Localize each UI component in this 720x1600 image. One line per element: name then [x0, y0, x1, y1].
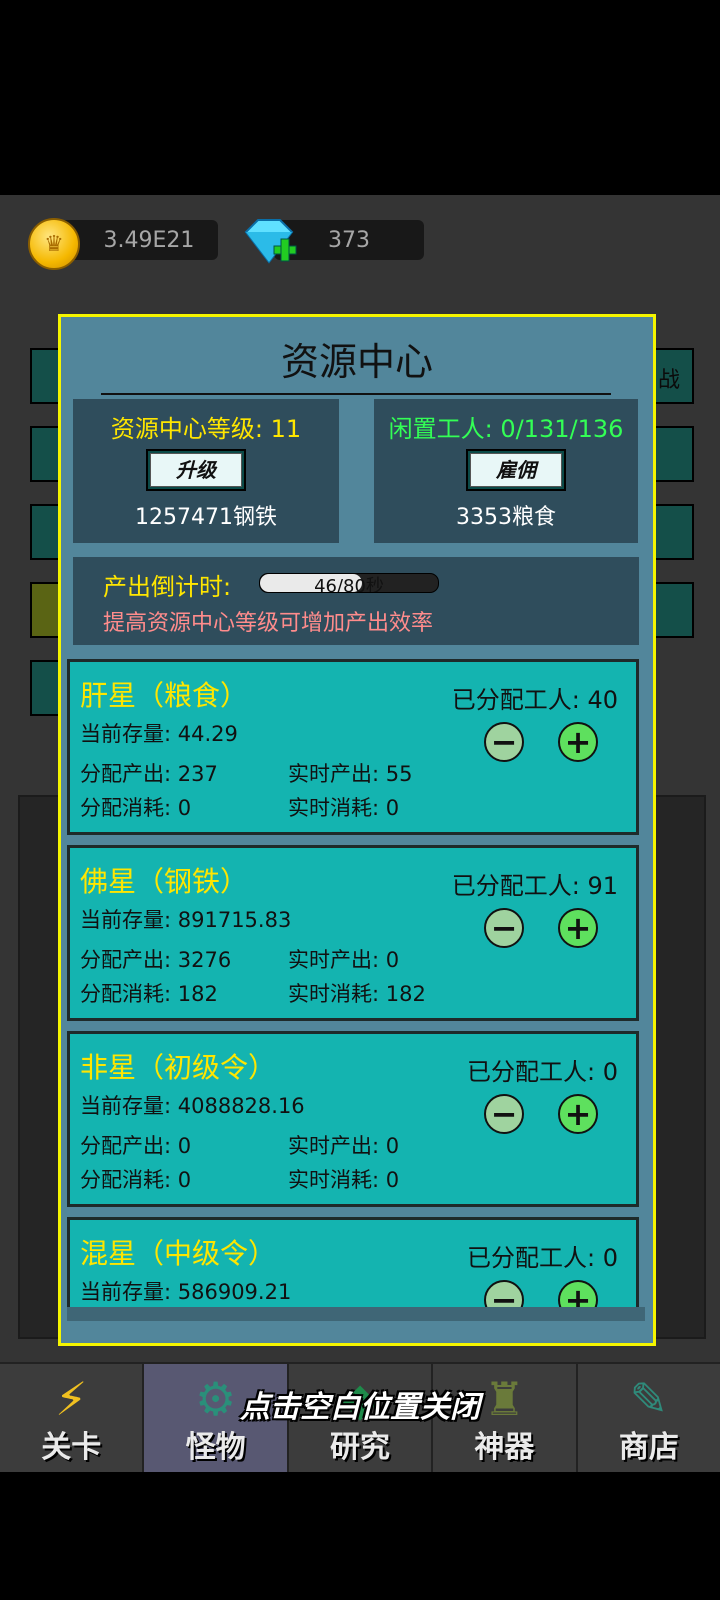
alloc-consume: 分配消耗: 0	[80, 796, 192, 820]
stock-value: 当前存量: 891715.83	[80, 908, 292, 932]
increase-workers-button[interactable]: +	[558, 722, 598, 762]
dialog-title: 资源中心	[280, 340, 433, 384]
planet-name: 佛星（钢铁）	[80, 865, 249, 898]
countdown-hint: 提高资源中心等级可增加产出效率	[103, 611, 434, 636]
tab-label: 神器	[474, 1430, 535, 1465]
assigned-workers: 已分配工人: 40	[451, 686, 618, 714]
real-consume: 实时消耗: 0	[288, 1168, 400, 1192]
coin-icon: ♛	[28, 218, 80, 270]
hire-button[interactable]: 雇佣	[466, 449, 566, 491]
real-output: 实时产出: 0	[288, 948, 400, 972]
planet-list[interactable]: 肝星（粮食） 已分配工人: 40 当前存量: 44.29 分配产出: 237 实…	[67, 659, 645, 1307]
decrease-workers-button[interactable]: −	[484, 908, 524, 948]
real-consume: 实时消耗: 182	[288, 982, 426, 1006]
upgrade-button-label: 升级	[150, 453, 242, 487]
alloc-consume: 分配消耗: 182	[80, 982, 218, 1006]
alloc-output: 分配产出: 237	[80, 762, 218, 786]
stock-value: 当前存量: 4088828.16	[80, 1094, 305, 1118]
assigned-workers: 已分配工人: 0	[467, 1058, 618, 1086]
countdown-progress-text: 46/80秒	[314, 576, 384, 593]
alloc-output: 分配产出: 0	[80, 1134, 192, 1158]
planet-name: 非星（初级令）	[80, 1051, 277, 1084]
level-label: 资源中心等级: 11	[110, 415, 302, 443]
decrease-workers-button[interactable]: −	[484, 1280, 524, 1307]
hire-cost: 3353粮食	[456, 505, 556, 530]
planet-name: 混星（中级令）	[80, 1237, 277, 1270]
alloc-output: 分配产出: 3276	[80, 948, 232, 972]
tab-label: 关卡	[41, 1430, 102, 1465]
assigned-workers: 已分配工人: 0	[467, 1244, 618, 1272]
level-panel: 资源中心等级: 11 升级 1257471钢铁	[73, 399, 339, 543]
planet-card: 佛星（钢铁） 已分配工人: 91 当前存量: 891715.83 分配产出: 3…	[67, 845, 639, 1021]
decrease-workers-button[interactable]: −	[484, 1094, 524, 1134]
assigned-workers: 已分配工人: 91	[451, 872, 618, 900]
tab-label: 怪物	[185, 1430, 246, 1465]
decrease-workers-button[interactable]: −	[484, 722, 524, 762]
countdown-label: 产出倒计时:	[103, 573, 232, 601]
real-output: 实时产出: 0	[288, 1134, 400, 1158]
hire-button-label: 雇佣	[470, 453, 562, 487]
stock-value: 当前存量: 44.29	[80, 722, 238, 746]
planet-card: 肝星（粮食） 已分配工人: 40 当前存量: 44.29 分配产出: 237 实…	[67, 659, 639, 835]
planet-name: 肝星（粮食）	[80, 679, 249, 712]
increase-workers-button[interactable]: +	[558, 1280, 598, 1307]
countdown-panel: 产出倒计时: 46/80秒 提高资源中心等级可增加产出效率	[73, 557, 639, 645]
tab-label: 研究	[330, 1430, 391, 1465]
real-consume: 实时消耗: 0	[288, 796, 400, 820]
close-hint: 点击空白位置关闭	[240, 1390, 480, 1425]
increase-workers-button[interactable]: +	[558, 1094, 598, 1134]
increase-workers-button[interactable]: +	[558, 908, 598, 948]
workers-panel: 闲置工人: 0/131/136 雇佣 3353粮食	[374, 399, 638, 543]
countdown-progress-bar: 46/80秒	[259, 573, 439, 593]
alloc-consume: 分配消耗: 0	[80, 1168, 192, 1192]
list-scroll-track[interactable]	[67, 1307, 645, 1321]
upgrade-cost: 1257471钢铁	[135, 505, 277, 530]
planet-card: 非星（初级令） 已分配工人: 0 当前存量: 4088828.16 分配产出: …	[67, 1031, 639, 1207]
title-divider	[101, 393, 611, 395]
stock-value: 当前存量: 586909.21	[80, 1280, 292, 1304]
real-output: 实时产出: 55	[288, 762, 413, 786]
upgrade-button[interactable]: 升级	[146, 449, 246, 491]
planet-card: 混星（中级令） 已分配工人: 0 当前存量: 586909.21 − +	[67, 1217, 639, 1307]
resource-center-dialog: 资源中心 资源中心等级: 11 升级 1257471钢铁 闲置工人: 0/131…	[58, 314, 656, 1346]
tab-label: 商店	[618, 1430, 679, 1465]
idle-workers-label: 闲置工人: 0/131/136	[388, 415, 624, 443]
gem-add-icon[interactable]	[240, 216, 298, 268]
